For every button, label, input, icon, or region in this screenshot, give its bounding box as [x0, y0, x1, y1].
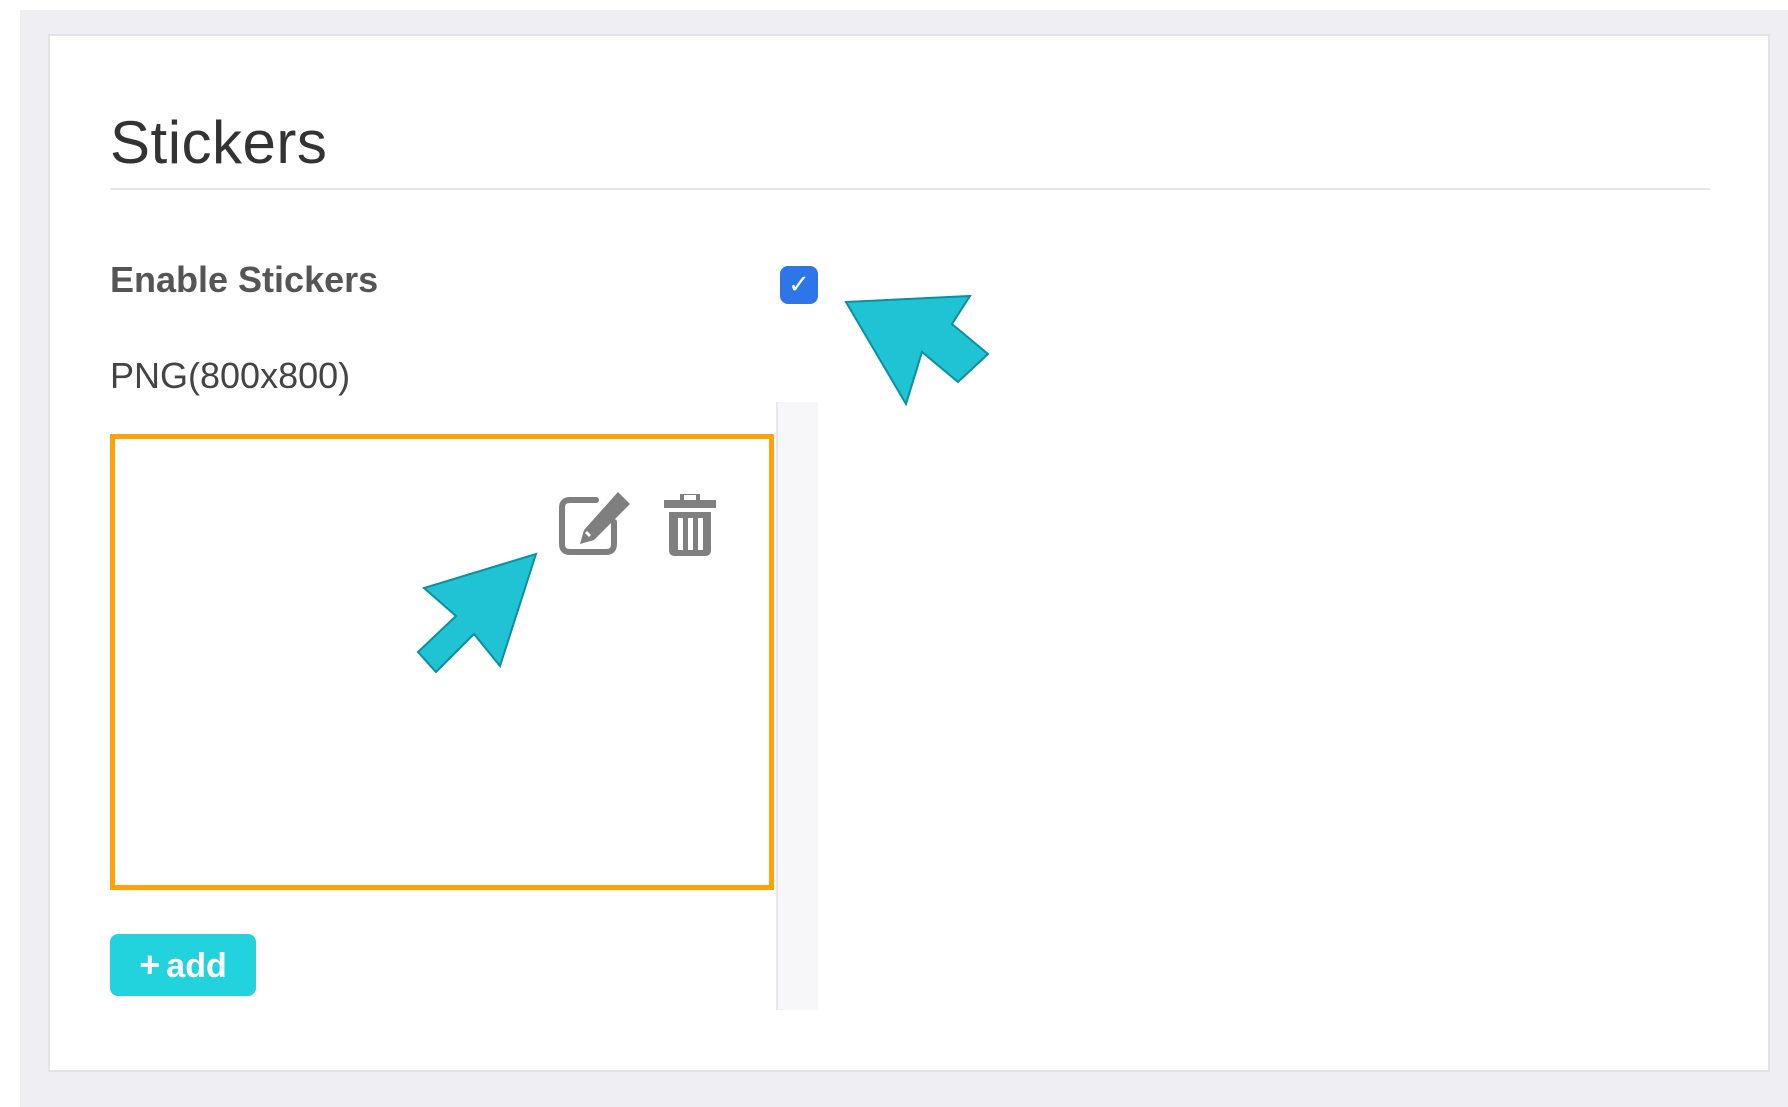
add-sticker-button[interactable]: + add — [110, 934, 256, 996]
trash-icon[interactable] — [660, 490, 720, 558]
annotation-arrow-checkbox — [844, 294, 990, 407]
sticker-list-scrollbar[interactable] — [776, 402, 818, 1010]
title-divider — [110, 188, 1710, 190]
enable-stickers-checkbox[interactable]: ✓ — [780, 266, 818, 304]
section-title: Stickers — [110, 109, 328, 176]
edit-icon[interactable] — [556, 488, 634, 558]
enable-stickers-label: Enable Stickers — [110, 259, 379, 300]
page-background: Stickers Enable Stickers ✓ PNG(800x800) … — [0, 0, 1788, 1107]
sticker-format-label: PNG(800x800) — [110, 355, 351, 396]
add-button-label: add — [166, 947, 227, 985]
plus-icon: + — [139, 944, 161, 985]
annotation-arrow-edit — [416, 552, 538, 674]
